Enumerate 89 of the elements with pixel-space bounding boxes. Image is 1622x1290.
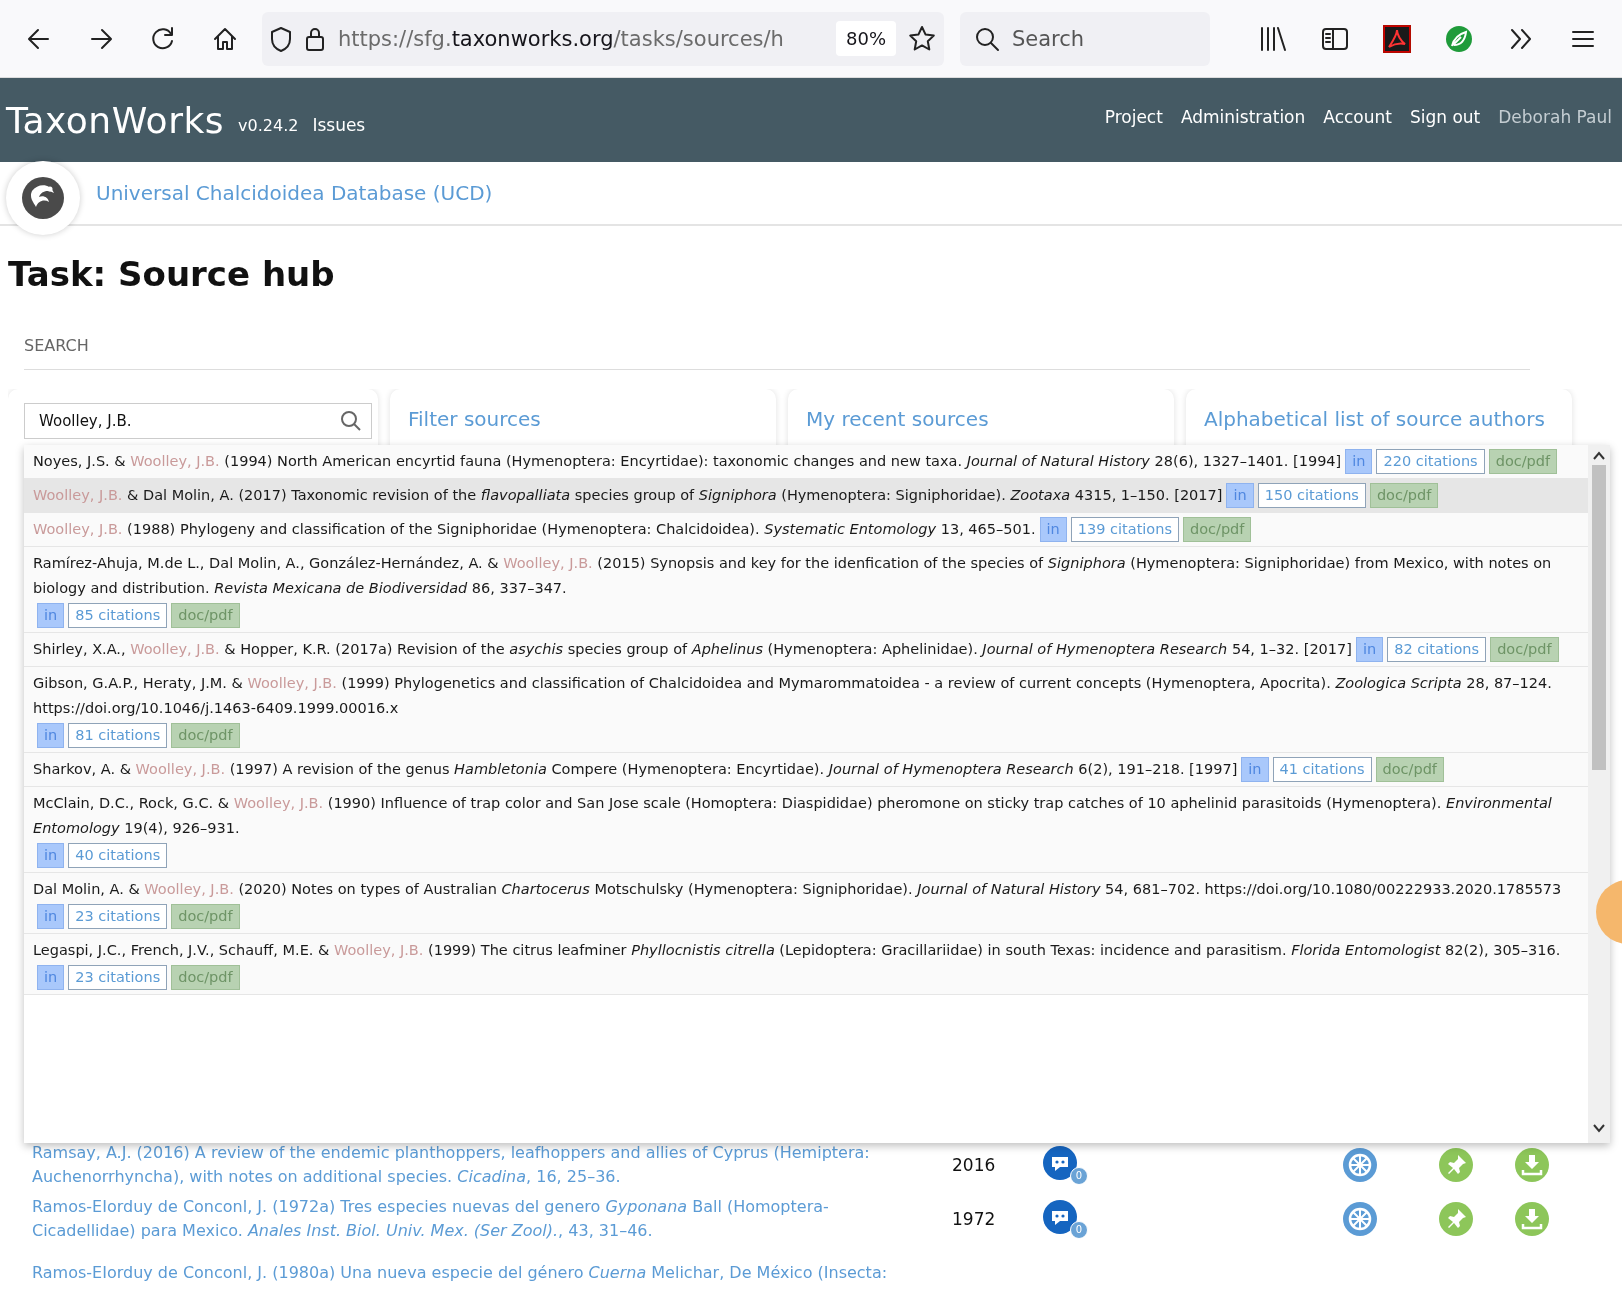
library-icon[interactable] (1259, 24, 1287, 53)
in-tag[interactable]: in (1241, 757, 1269, 782)
year-cell-text: 2016 (951, 1155, 997, 1175)
browser-search-field[interactable]: Search (960, 11, 1210, 66)
comment-icon[interactable] (1042, 1199, 1078, 1235)
section-label: SEARCH (24, 336, 1530, 370)
search-result[interactable]: Sharkov, A. & Woolley, J.B. (1997) A revision of the genus Hambletonia Compere (Hymenoptera: Encyrtidae). Journal of Hymenoptera Research 6(2), 191–218. [1997] in 41 citations doc/pdf (24, 753, 1588, 787)
search-result[interactable] (24, 667, 1588, 753)
in-tag[interactable]: in (1226, 483, 1254, 508)
comment-icon[interactable] (1042, 1145, 1078, 1181)
year-cell-text: 1972 (951, 1209, 997, 1229)
bookmark-star-icon[interactable] (908, 24, 936, 53)
home-icon[interactable] (212, 25, 238, 52)
document-tag[interactable]: doc/pdf (171, 603, 240, 628)
nav-link[interactable]: Administration (1180, 107, 1306, 127)
search-result[interactable]: Woolley, J.B. & Dal Molin, A. (2017) Taxonomic revision of the flavopalliata species group of Signiphora (Hymenoptera: Signiphoridae). Zootaxa 4315, 1–150. [2017] in 150 citations doc/pdf (24, 479, 1588, 513)
search-result[interactable] (24, 873, 1588, 934)
citations-link[interactable]: 150 citations (1257, 483, 1366, 508)
result-citation: Gibson, G.A.P., Heraty, J.M. & Woolley, J.B. (1999) Phylogenetics and classification of Chalcidoidea and Mymarommatoidea - a review of current concepts (Hymenoptera, Apocrita). Zoologica Scripta 28, 87–124. https://doi.org/10.1046/j.1463-6409.1999.00016.x (33, 674, 1553, 718)
result-citation: Legaspi, J.C., French, J.V., Schauff, M.E. & Woolley, J.B. (1999) The citrus leafminer Phyllocnistis citrella (Lepidoptera: Gracillariidae) in south Texas: incidence and parasitism. Florida Entomologist 82(2), 305–316. (33, 941, 1561, 960)
result-citation: McClain, D.C., Rock, G.C. & Woolley, J.B. (1990) Influence of trap color and San Jose scale (Homoptera: Diaspididae) pheromone on sticky trap catches of 10 aphelinid parasitoids (Hymenoptera). Environmental Entomology 19(4), 926–931. (33, 794, 1553, 838)
document-tag[interactable]: doc/pdf (171, 965, 240, 990)
document-tag[interactable]: doc/pdf (1183, 517, 1252, 542)
search-result[interactable]: Noyes, J.S. & Woolley, J.B. (1994) North American encyrtid fauna (Hymenoptera: Encyrtidae): taxonomic changes and new taxa. Journal of Natural History 28(6), 1327–1401. [1994] in 220 citations doc/pdf (24, 445, 1588, 479)
source-citation-link[interactable]: Ramos-EIorduy de Conconl, J. (1980a) Una nueva especie del género Cuerna Melichar, De México (Insecta: (32, 1261, 932, 1285)
result-citation: Sharkov, A. & Woolley, J.B. (1997) A revision of the genus Hambletonia Compere (Hymenoptera: Encyrtidae). Journal of Hymenoptera Research 6(2), 191–218. [1997] (33, 760, 1238, 779)
document-tag[interactable]: doc/pdf (1490, 637, 1559, 662)
citations-link[interactable]: 23 citations (68, 904, 168, 929)
issues-link[interactable]: Issues (312, 115, 366, 135)
radial-menu-icon[interactable] (1342, 1201, 1378, 1237)
result-citation: Noyes, J.S. & Woolley, J.B. (1994) North American encyrtid fauna (Hymenoptera: Encyrtidae): taxonomic changes and new taxa. Journal of Natural History 28(6), 1327–1401. [1994] (33, 452, 1342, 471)
document-tag[interactable]: doc/pdf (1369, 483, 1439, 508)
address-bar[interactable]: https://sfg.taxonworks.org/tasks/sources/h 80% (262, 11, 944, 66)
document-tag[interactable]: doc/pdf (171, 723, 240, 748)
scroll-up-icon[interactable] (1592, 449, 1606, 461)
search-result[interactable] (24, 787, 1588, 873)
in-tag[interactable]: in (1039, 517, 1067, 542)
in-tag[interactable]: in (37, 843, 65, 868)
citations-link[interactable]: 139 citations (1070, 517, 1179, 542)
search-icon (974, 25, 1000, 52)
leaf-icon[interactable] (1445, 24, 1473, 53)
user-link[interactable]: Deborah Paul (1498, 107, 1612, 127)
comment-count-badge: 0 (1070, 1221, 1088, 1239)
url-text: https://sfg.taxonworks.org/tasks/sources/h (338, 26, 785, 51)
in-tag[interactable]: in (37, 904, 65, 929)
in-tag[interactable]: in (1355, 637, 1384, 662)
shield-icon (270, 25, 292, 52)
source-citation-link[interactable]: Ramsay, A.J. (2016) A review of the endemic planthoppers, leafhoppers and allies of Cyprus (Hemiptera: Auchenorrhyncha), with notes on additional species. Cicadina, 16, 25–36. (32, 1141, 932, 1189)
search-result[interactable]: Woolley, J.B. (1988) Phylogeny and classification of the Signiphoridae (Hymenoptera: Chalcidoidea). Systematic Entomology 13, 465–501. in 139 citations doc/pdf (24, 513, 1588, 547)
pdf-icon[interactable] (1383, 24, 1411, 53)
page-title: Task: Source hub (8, 254, 336, 294)
in-tag[interactable]: in (37, 603, 65, 628)
in-tag[interactable]: in (37, 723, 65, 748)
citations-link[interactable]: 41 citations (1272, 757, 1372, 782)
source-citation-link[interactable]: Ramos-EIorduy de Conconl, J. (1972a) Tres especies nuevas del genero Gyponana Ball (Homoptera-Cicadellidae) para Mexico. Anales Inst. Biol. Univ. Mex. (Ser Zool)., 43, 31–46. (32, 1195, 932, 1243)
result-citation: Ramírez-Ahuja, M.de L., Dal Molin, A., González-Hernández, A. & Woolley, J.B. (2015) Synopsis and key for the idenfication of the species of Signiphora (Hymenoptera: Signiphoridae) from Mexico, with notes on biology and distribution. Revista Mexicana de Biodiversidad 86, 337–347. (33, 554, 1553, 598)
result-citation: Shirley, X.A., Woolley, J.B. & Hopper, K.R. (2017a) Revision of the asychis species group of Aphelinus (Hymenoptera: Aphelinidae). Journal of Hymenoptera Research 54, 1–32. [2017] (33, 640, 1352, 659)
citations-link[interactable]: 40 citations (68, 843, 168, 868)
comment-count-badge: 0 (1070, 1167, 1088, 1185)
reload-icon[interactable] (150, 25, 176, 52)
search-icon[interactable] (340, 410, 362, 432)
result-citation: Woolley, J.B. & Dal Molin, A. (2017) Taxonomic revision of the flavopalliata species group of Signiphora (Hymenoptera: Signiphoridae). Zootaxa 4315, 1–150. [2017] (33, 486, 1223, 505)
document-tag[interactable]: doc/pdf (171, 904, 240, 929)
citations-link[interactable]: 81 citations (68, 723, 168, 748)
result-citation: Dal Molin, A. & Woolley, J.B. (2020) Notes on types of Australian Chartocerus Motschulsky (Hymenoptera: Signiphoridae). Journal of Natural History 54, 681–702. https://doi.org/10.1080/00222933.2020.1785573 (33, 880, 1562, 899)
nav-link[interactable]: Sign out (1409, 107, 1481, 127)
citations-link[interactable]: 85 citations (68, 603, 168, 628)
version-label: v0.24.2 (238, 115, 299, 135)
radial-menu-icon[interactable] (1342, 1147, 1378, 1183)
scroll-down-icon[interactable] (1592, 1123, 1606, 1135)
search-result[interactable] (24, 633, 1588, 667)
in-tag[interactable]: in (1345, 449, 1373, 474)
citations-link[interactable]: 82 citations (1387, 637, 1487, 662)
app-brand[interactable]: TaxonWorks (6, 99, 225, 141)
scrollbar-thumb[interactable] (1592, 465, 1606, 770)
search-result[interactable] (24, 547, 1588, 633)
lock-icon (304, 25, 326, 52)
document-tag[interactable]: doc/pdf (1488, 449, 1558, 474)
project-name-link[interactable]: Universal Chalcidoidea Database (UCD) (96, 181, 493, 205)
document-tag[interactable]: doc/pdf (1375, 757, 1444, 782)
nav-link[interactable]: Account (1323, 107, 1392, 127)
result-citation: Woolley, J.B. (1988) Phylogeny and classification of the Signiphoridae (Hymenoptera: Chalcidoidea). Systematic Entomology 13, 465–501. (33, 520, 1036, 539)
zoom-level-button[interactable]: 80% (836, 21, 896, 56)
citations-link[interactable]: 23 citations (68, 965, 168, 990)
search-result[interactable] (24, 934, 1588, 995)
nav-link[interactable]: Project (1104, 107, 1163, 127)
citations-link[interactable]: 220 citations (1376, 449, 1485, 474)
in-tag[interactable]: in (37, 965, 65, 990)
source-search-field[interactable]: Woolley, J.B. (24, 403, 372, 439)
